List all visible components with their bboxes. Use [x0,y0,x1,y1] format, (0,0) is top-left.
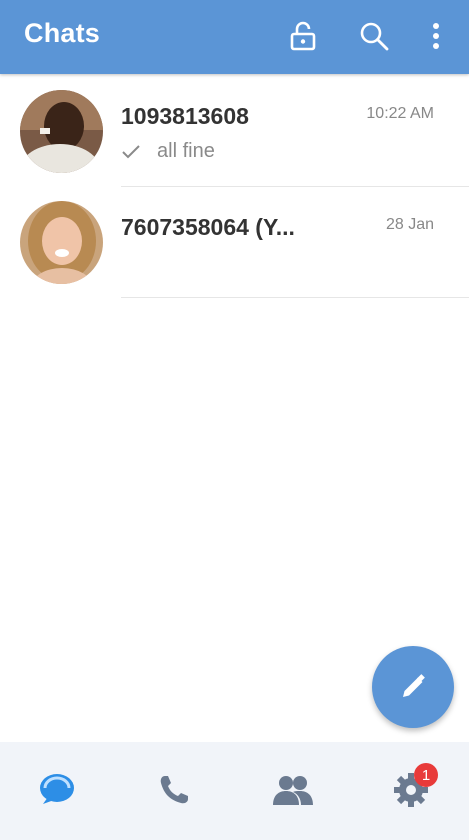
pencil-icon [403,674,425,697]
bottom-nav: 1 [0,742,469,840]
calls-tab[interactable] [144,760,204,820]
phone-icon [160,776,188,804]
search-button[interactable] [354,16,394,56]
avatar[interactable] [20,90,103,173]
chat-time: 28 Jan [385,216,434,233]
more-vert-icon [433,23,439,49]
chats-tab[interactable] [27,760,87,820]
avatar[interactable] [20,201,103,284]
lock-button[interactable] [283,16,323,56]
contacts-tab[interactable] [263,760,323,820]
compose-button[interactable] [372,646,454,728]
check-icon [121,144,141,160]
more-options-button[interactable] [416,16,456,56]
chat-preview: all fine [121,140,215,163]
search-icon [360,22,389,51]
chat-name: 1093813608 [121,103,249,129]
page-title: Chats [24,18,101,48]
chat-bubble-icon [40,774,74,804]
unlock-icon [290,21,316,51]
notification-badge: 1 [414,763,438,787]
chat-preview-text: all fine [157,140,215,162]
chat-list: 1093813608 10:22 AM all fine 7607358064 … [0,76,469,298]
chat-name: 7607358064 (Y... [121,214,295,240]
contacts-icon [273,776,313,805]
app-bar: Chats [0,0,469,74]
chat-time: 10:22 AM [366,105,434,122]
chat-item[interactable]: 1093813608 10:22 AM all fine [0,76,469,187]
divider [121,297,469,298]
chat-item[interactable]: 7607358064 (Y... 28 Jan [0,187,469,298]
settings-tab[interactable]: 1 [381,760,441,820]
